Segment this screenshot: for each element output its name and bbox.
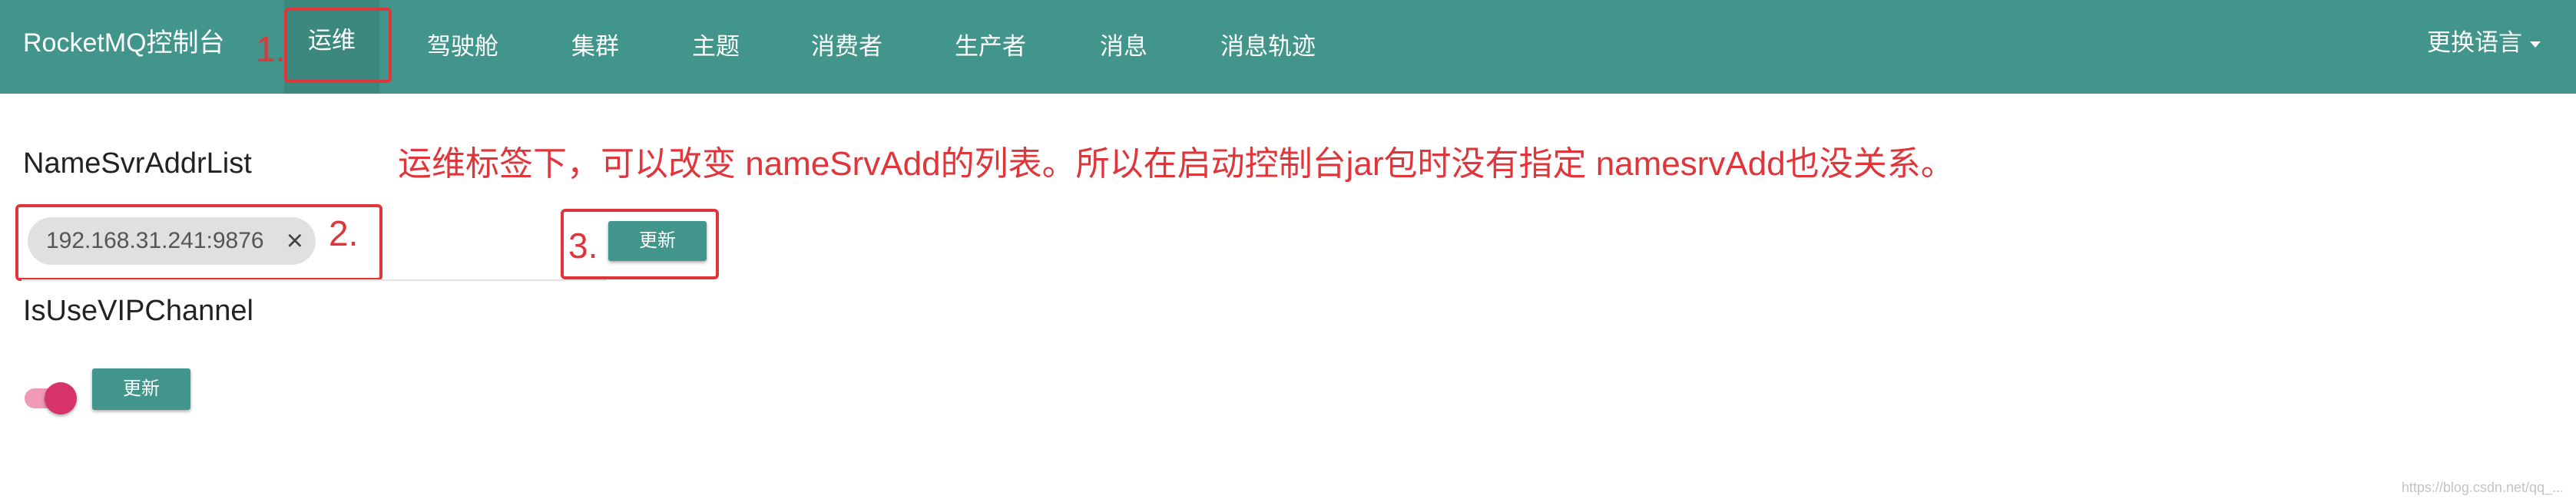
- annotation-note: 运维标签下，可以改变 nameSrvAdd的列表。所以在启动控制台jar包时没有…: [398, 145, 1955, 183]
- nav-item-label: 主题: [692, 33, 740, 60]
- language-dropdown[interactable]: 更换语言: [2427, 23, 2541, 63]
- brand-title[interactable]: RocketMQ控制台: [23, 23, 225, 63]
- language-label: 更换语言: [2427, 29, 2522, 56]
- namesrv-address-chip: 192.168.31.241:9876 ×: [28, 217, 316, 265]
- nav-item-dashboard[interactable]: 驾驶舱: [427, 0, 498, 94]
- nav-item-cluster[interactable]: 集群: [571, 0, 619, 94]
- nav-item-label: 消费者: [811, 33, 882, 60]
- watermark: https://blog.csdn.net/qq_...: [2401, 480, 2564, 495]
- annotation-step-1: 1.: [256, 29, 286, 69]
- nav-item-label: 消息轨迹: [1220, 33, 1316, 60]
- nav-item-topic[interactable]: 主题: [692, 0, 740, 94]
- nav-item-label: 生产者: [955, 33, 1026, 60]
- annotation-step-2: 2.: [329, 213, 359, 253]
- vip-update-button[interactable]: 更新: [92, 368, 190, 410]
- annotation-box-ops-tab: [284, 8, 392, 83]
- nav-item-producer[interactable]: 生产者: [955, 0, 1026, 94]
- close-icon[interactable]: ×: [286, 217, 303, 265]
- namesrv-label: NameSvrAddrList: [23, 147, 252, 180]
- namesrv-input-underline[interactable]: [22, 279, 607, 281]
- namesrv-address-value: 192.168.31.241:9876: [46, 228, 264, 253]
- nav-item-message-trace[interactable]: 消息轨迹: [1220, 0, 1316, 94]
- nav-item-message[interactable]: 消息: [1100, 0, 1147, 94]
- vip-channel-label: IsUseVIPChannel: [23, 295, 253, 327]
- nav-item-label: 集群: [571, 33, 619, 60]
- nav-item-label: 驾驶舱: [427, 33, 498, 60]
- nav-item-consumer[interactable]: 消费者: [811, 0, 882, 94]
- toggle-knob[interactable]: [45, 382, 77, 414]
- nav-item-label: 消息: [1100, 33, 1147, 60]
- annotation-step-3: 3.: [568, 226, 598, 266]
- chevron-down-icon: [2530, 41, 2541, 48]
- namesrv-update-button[interactable]: 更新: [608, 221, 707, 261]
